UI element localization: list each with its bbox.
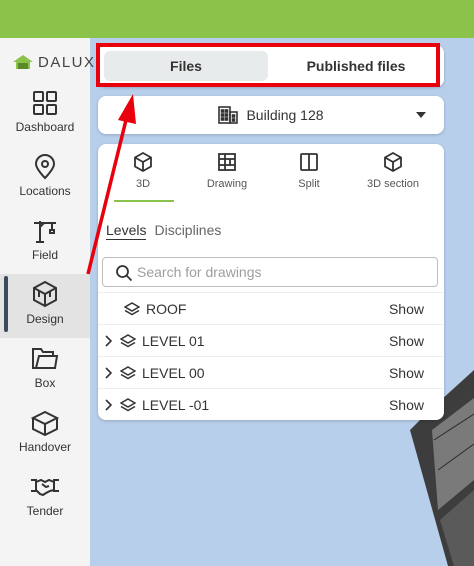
crane-icon bbox=[34, 221, 56, 243]
level-discipline-tabs: Levels Disciplines bbox=[106, 222, 221, 240]
view-tab-label: Split bbox=[298, 178, 320, 190]
view-tab-drawing[interactable]: Drawing bbox=[184, 150, 270, 200]
sidebar-item-tender[interactable]: Tender bbox=[0, 474, 90, 538]
section-cube-icon bbox=[384, 152, 402, 172]
sidebar-item-label: Field bbox=[31, 248, 58, 262]
level-name: LEVEL -01 bbox=[142, 397, 210, 413]
building-name: Building 128 bbox=[246, 107, 324, 123]
selected-tab-indicator bbox=[114, 200, 174, 202]
chevron-right-icon[interactable] bbox=[104, 335, 112, 347]
level-row-level-minus-01[interactable]: LEVEL -01 Show bbox=[98, 388, 444, 420]
drawing-icon bbox=[218, 153, 236, 171]
view-tab-3d-section[interactable]: 3D section bbox=[350, 150, 436, 200]
show-button[interactable]: Show bbox=[389, 301, 424, 317]
show-button[interactable]: Show bbox=[389, 333, 424, 349]
view-tab-label: 3D bbox=[135, 178, 151, 190]
level-name: ROOF bbox=[146, 301, 187, 317]
chevron-right-icon[interactable] bbox=[104, 367, 112, 379]
sidebar-item-label: Dashboard bbox=[15, 120, 75, 134]
level-name: LEVEL 00 bbox=[142, 365, 205, 381]
sidebar-item-locations[interactable]: Locations bbox=[0, 154, 90, 218]
layers-icon bbox=[120, 398, 136, 412]
level-row-level-01[interactable]: LEVEL 01 Show bbox=[98, 324, 444, 356]
tab-files[interactable]: Files bbox=[104, 51, 268, 81]
sidebar-item-label: Tender bbox=[26, 504, 64, 518]
tab-published-files[interactable]: Published files bbox=[274, 51, 438, 81]
chevron-down-icon[interactable] bbox=[416, 112, 426, 118]
view-tab-label: Drawing bbox=[206, 178, 248, 190]
sidebar-item-label: Design bbox=[26, 312, 64, 326]
view-tab-3d[interactable]: 3D bbox=[100, 150, 186, 200]
search-input[interactable] bbox=[137, 262, 427, 282]
sidebar-item-label: Handover bbox=[18, 440, 72, 454]
grid-icon bbox=[33, 91, 57, 115]
sidebar-item-design[interactable]: Design bbox=[0, 274, 90, 338]
view-tab-split[interactable]: Split bbox=[266, 150, 352, 200]
drawings-panel: 3D Drawing Split 3D section Levels Discip… bbox=[98, 144, 444, 420]
sidebar-item-dashboard[interactable]: Dashboard bbox=[0, 90, 90, 154]
sidebar-item-handover[interactable]: Handover bbox=[0, 410, 90, 474]
handshake-icon bbox=[31, 478, 59, 497]
layers-icon bbox=[120, 334, 136, 348]
logo-text: DALUX bbox=[38, 53, 96, 71]
top-bar bbox=[0, 0, 474, 38]
layers-icon bbox=[124, 302, 140, 316]
sidebar-item-box[interactable]: Box bbox=[0, 346, 90, 410]
search-box bbox=[102, 257, 438, 287]
sidebar-item-label: Box bbox=[34, 376, 56, 390]
cube-icon bbox=[33, 280, 57, 308]
level-row-roof[interactable]: ROOF Show bbox=[98, 292, 444, 324]
cube-icon bbox=[134, 152, 152, 172]
layers-icon bbox=[120, 366, 136, 380]
sidebar: DALUX Dashboard Locations Field Design B… bbox=[0, 38, 94, 566]
sidebar-item-label: Locations bbox=[19, 184, 71, 198]
building-icon bbox=[218, 106, 239, 124]
level-row-level-00[interactable]: LEVEL 00 Show bbox=[98, 356, 444, 388]
tab-disciplines[interactable]: Disciplines bbox=[154, 222, 221, 238]
show-button[interactable]: Show bbox=[389, 397, 424, 413]
sidebar-item-field[interactable]: Field bbox=[0, 218, 90, 282]
level-name: LEVEL 01 bbox=[142, 333, 205, 349]
view-tab-label: 3D section bbox=[367, 178, 419, 190]
building-selector[interactable]: Building 128 bbox=[98, 96, 444, 134]
box-icon bbox=[31, 410, 59, 436]
file-tabs: Files Published files bbox=[98, 45, 444, 87]
chevron-right-icon[interactable] bbox=[104, 399, 112, 411]
tab-levels[interactable]: Levels bbox=[106, 222, 147, 240]
show-button[interactable]: Show bbox=[389, 365, 424, 381]
folder-icon bbox=[32, 348, 59, 369]
split-icon bbox=[300, 153, 318, 171]
dalux-logo[interactable]: DALUX bbox=[12, 52, 96, 72]
house-logo-icon bbox=[13, 55, 33, 69]
search-icon bbox=[116, 265, 133, 282]
location-pin-icon bbox=[34, 154, 56, 180]
